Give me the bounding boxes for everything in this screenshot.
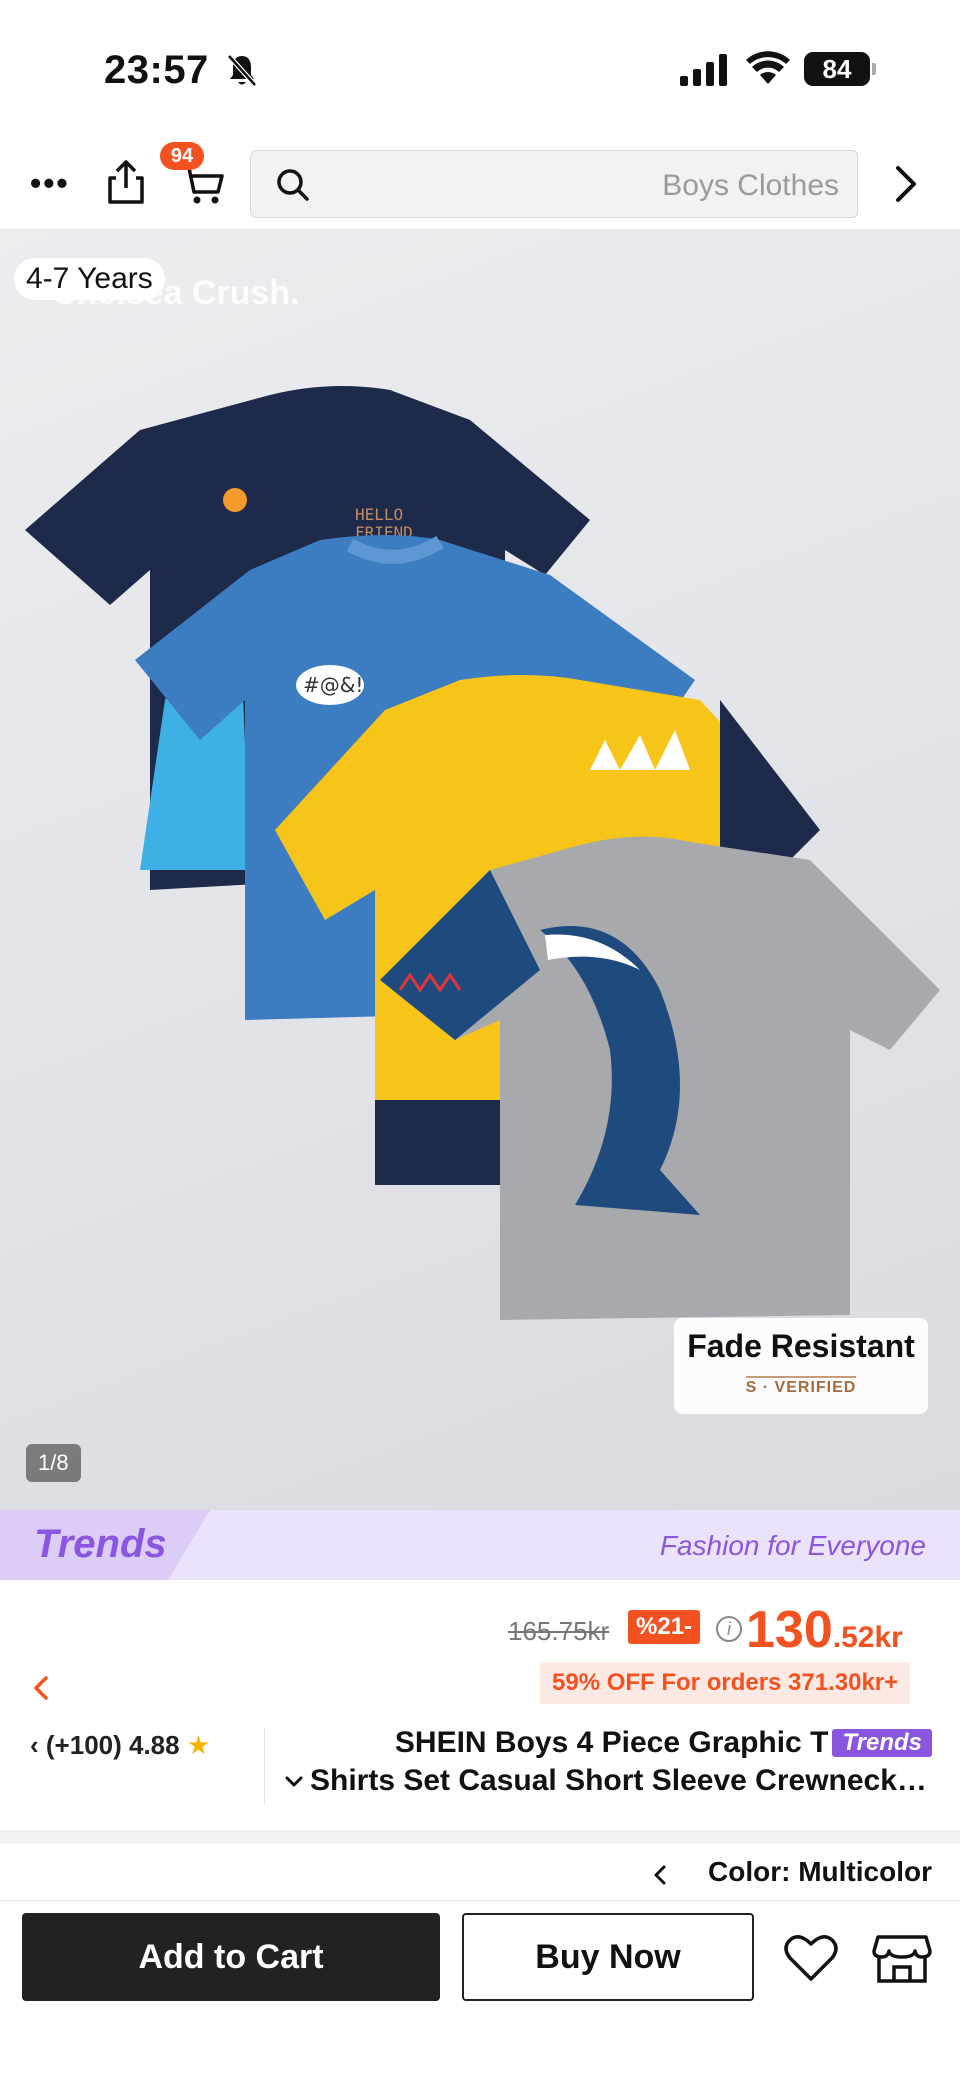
image-pager: 1/8 [26, 1444, 81, 1482]
info-icon[interactable]: i [716, 1616, 742, 1642]
status-time: 23:57 [104, 48, 209, 92]
svg-text:#@&!: #@&! [303, 673, 363, 697]
age-badge: 4-7 Years [14, 258, 165, 300]
chevron-down-icon[interactable] [284, 1772, 304, 1792]
chevron-left-icon[interactable] [30, 1670, 52, 1706]
bottom-action-bar: Add to Cart Buy Now [0, 1900, 960, 2086]
more-icon[interactable]: ••• [30, 167, 70, 199]
original-price: 165.75kr [508, 1616, 610, 1646]
chevron-right-icon[interactable] [886, 162, 926, 206]
signal-icon [680, 54, 727, 86]
divider [264, 1728, 265, 1804]
cart-icon[interactable] [180, 164, 224, 206]
star-icon: ★ [186, 1730, 211, 1760]
fade-verified-label: S · VERIFIED [745, 1379, 857, 1396]
product-title-line1: SHEIN Boys 4 Piece Graphic T Trends [395, 1726, 932, 1760]
fade-resistant-title: Fade Resistant [687, 1328, 915, 1364]
store-icon[interactable] [872, 1931, 932, 1985]
buy-now-button[interactable]: Buy Now [462, 1913, 754, 2001]
product-image[interactable]: HELLO FRIEND #@&! Chelsea Crush. 4-7 Yea… [0, 230, 960, 1510]
trends-tagline: Fashion for Everyone [659, 1530, 926, 1561]
color-selector[interactable]: Color: Multicolor [0, 1844, 960, 1904]
price-section: 165.75kr %21- i 130.52kr 59% OFF For ord… [0, 1580, 960, 1830]
chevron-left-icon [654, 1865, 666, 1885]
search-bar[interactable]: Boys Clothes [250, 150, 858, 218]
price-decimal: .52kr [832, 1621, 903, 1654]
status-bar: 23:57 84 [0, 0, 960, 140]
discount-badge: %21- [628, 1610, 701, 1644]
top-nav: ••• 94 Boys Clothes [0, 140, 960, 230]
fade-divider [786, 1376, 856, 1378]
search-icon [277, 169, 309, 201]
share-icon[interactable] [106, 158, 146, 206]
trends-logo: Trends [34, 1522, 167, 1566]
trends-chip: Trends [832, 1729, 932, 1757]
rating-value: (+100) 4.88 [45, 1730, 180, 1760]
battery-indicator: 84 [804, 52, 876, 86]
color-label: Color: Multicolor [708, 1856, 932, 1887]
product-title-text: SHEIN Boys 4 Piece Graphic T [394, 1726, 829, 1759]
section-separator [0, 1830, 960, 1844]
add-to-cart-button[interactable]: Add to Cart [22, 1913, 440, 2001]
heart-icon[interactable] [782, 1931, 840, 1985]
search-placeholder: Boys Clothes [662, 169, 839, 202]
trends-banner[interactable]: Trends Fashion for Everyone [0, 1510, 960, 1580]
chevron-left-icon: ‹ [30, 1730, 46, 1760]
rating-summary[interactable]: ‹ (+100) 4.88 ★ [30, 1730, 210, 1761]
fade-resistant-badge: Fade Resistant S · VERIFIED [674, 1318, 928, 1414]
promo-banner[interactable]: 59% OFF For orders 371.30kr+ [540, 1662, 911, 1704]
wifi-icon [746, 51, 790, 84]
cart-count-badge: 94 [160, 142, 204, 170]
svg-text:HELLO: HELLO [355, 505, 403, 524]
bell-muted-icon [227, 54, 257, 87]
current-price: 130.52kr [746, 1600, 903, 1660]
product-title-line2[interactable]: Shirts Set Casual Short Sleeve Crewneck … [310, 1764, 934, 1798]
price-integer: 130 [746, 1601, 833, 1659]
